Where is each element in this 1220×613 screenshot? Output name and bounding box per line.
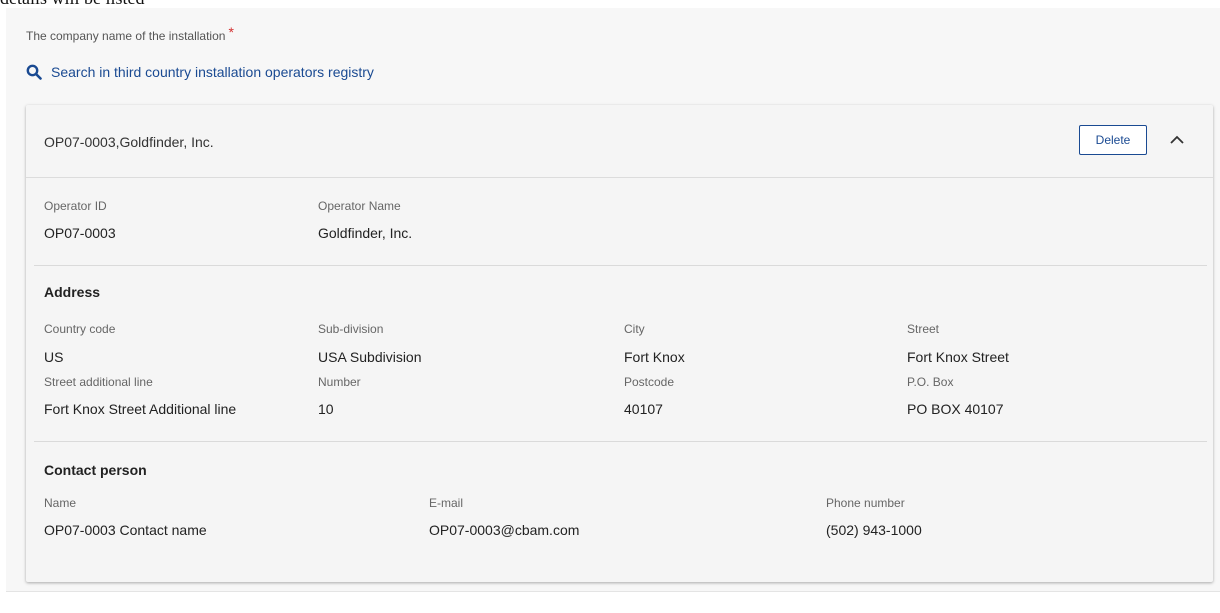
search-registry-link-label: Search in third country installation ope… xyxy=(51,64,374,80)
subdivision-value: USA Subdivision xyxy=(318,349,422,365)
address-section-title: Address xyxy=(44,284,101,300)
country-code-label: Country code xyxy=(44,322,116,336)
street-additional-label: Street additional line xyxy=(44,375,153,389)
number-value: 10 xyxy=(318,401,334,417)
contact-section-title: Contact person xyxy=(44,462,147,478)
contact-name-value: OP07-0003 Contact name xyxy=(44,522,207,538)
operator-name-value: Goldfinder, Inc. xyxy=(318,225,413,241)
contact-email-value: OP07-0003@cbam.com xyxy=(429,522,580,538)
contact-phone-label: Phone number xyxy=(826,496,905,510)
section-divider xyxy=(34,441,1207,442)
po-box-value: PO BOX 40107 xyxy=(907,401,1004,417)
operator-card-header[interactable]: OP07-0003,Goldfinder, Inc. Delete xyxy=(26,105,1213,178)
country-code-value: US xyxy=(44,349,64,365)
company-name-label-text: The company name of the installation xyxy=(26,29,226,43)
operator-card-title: OP07-0003,Goldfinder, Inc. xyxy=(44,134,214,150)
postcode-label: Postcode xyxy=(624,375,675,389)
section-divider xyxy=(34,265,1207,266)
operator-card: OP07-0003,Goldfinder, Inc. Delete Operat… xyxy=(26,105,1213,582)
chevron-up-icon[interactable] xyxy=(1167,131,1187,149)
company-name-field-label: The company name of the installation * xyxy=(26,24,234,43)
installation-operator-panel: The company name of the installation * Se… xyxy=(6,8,1220,591)
contact-email-label: E-mail xyxy=(429,496,464,510)
operator-id-value: OP07-0003 xyxy=(44,225,116,241)
panel-bottom-border xyxy=(6,591,1220,592)
operator-id-label: Operator ID xyxy=(44,199,107,213)
subdivision-label: Sub-division xyxy=(318,322,384,336)
delete-button[interactable]: Delete xyxy=(1079,125,1147,155)
street-label: Street xyxy=(907,322,940,336)
po-box-label: P.O. Box xyxy=(907,375,954,389)
street-additional-value: Fort Knox Street Additional line xyxy=(44,401,237,417)
city-value: Fort Knox xyxy=(624,349,685,365)
street-value: Fort Knox Street xyxy=(907,349,1009,365)
required-asterisk: * xyxy=(228,24,234,40)
contact-name-label: Name xyxy=(44,496,77,510)
number-label: Number xyxy=(318,375,361,389)
postcode-value: 40107 xyxy=(624,401,663,417)
search-registry-link[interactable]: Search in third country installation ope… xyxy=(26,64,374,80)
city-label: City xyxy=(624,322,645,336)
operator-name-label: Operator Name xyxy=(318,199,401,213)
contact-phone-value: (502) 943-1000 xyxy=(826,522,922,538)
search-icon xyxy=(26,64,42,80)
